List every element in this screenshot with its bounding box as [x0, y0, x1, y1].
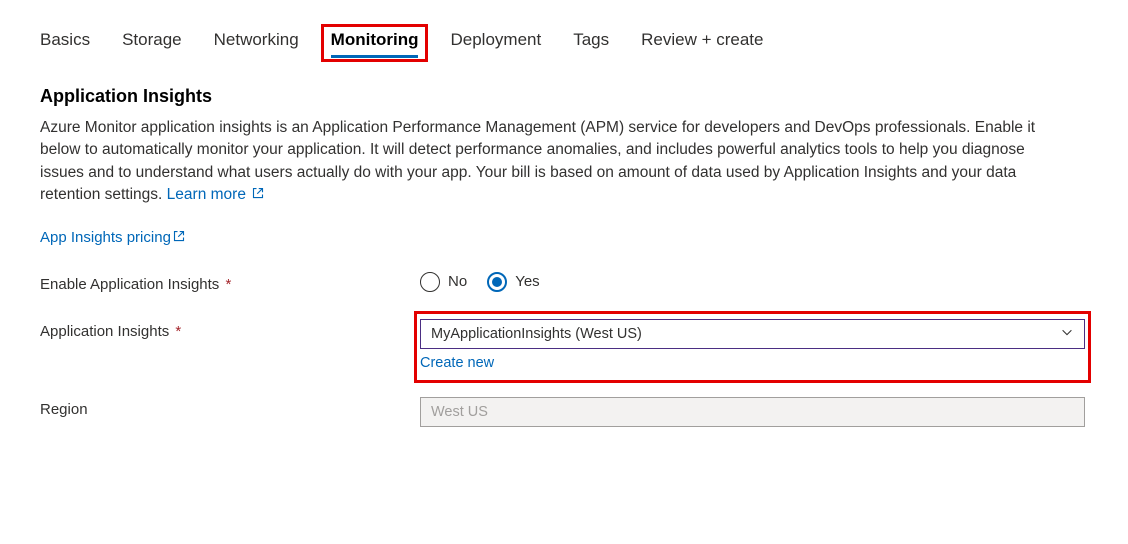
required-asterisk: *: [175, 323, 181, 340]
app-insights-pricing-link[interactable]: App Insights pricing: [40, 229, 185, 246]
form-row-app-insights: Application Insights * MyApplicationInsi…: [40, 319, 1088, 371]
tab-storage[interactable]: Storage: [122, 30, 182, 58]
radio-circle-yes: [487, 272, 507, 292]
region-value: West US: [431, 404, 488, 420]
tabs-bar: Basics Storage Networking Monitoring Dep…: [40, 30, 1088, 58]
radio-option-no[interactable]: No: [420, 272, 467, 292]
app-insights-dropdown-value: MyApplicationInsights (West US): [431, 326, 642, 342]
tab-review-create[interactable]: Review + create: [641, 30, 763, 58]
app-insights-label-text: Application Insights: [40, 323, 169, 340]
enable-label: Enable Application Insights *: [40, 272, 420, 293]
tab-deployment[interactable]: Deployment: [450, 30, 541, 58]
external-link-icon: [252, 184, 264, 206]
required-asterisk: *: [225, 276, 231, 293]
radio-circle-no: [420, 272, 440, 292]
form-row-region: Region West US: [40, 397, 1088, 427]
app-insights-control: MyApplicationInsights (West US) Create n…: [420, 319, 1085, 371]
app-insights-label: Application Insights *: [40, 319, 420, 340]
region-label: Region: [40, 397, 420, 418]
tab-monitoring[interactable]: Monitoring: [331, 30, 419, 58]
radio-label-yes: Yes: [515, 273, 539, 290]
chevron-down-icon: [1060, 325, 1074, 343]
radio-option-yes[interactable]: Yes: [487, 272, 539, 292]
learn-more-label: Learn more: [167, 186, 246, 203]
pricing-link-label: App Insights pricing: [40, 229, 171, 246]
section-description: Azure Monitor application insights is an…: [40, 117, 1060, 207]
region-input: West US: [420, 397, 1085, 427]
tab-networking[interactable]: Networking: [214, 30, 299, 58]
tab-tags[interactable]: Tags: [573, 30, 609, 58]
tab-basics[interactable]: Basics: [40, 30, 90, 58]
radio-group-enable: No Yes: [420, 272, 1085, 292]
external-link-icon: [173, 229, 185, 246]
tab-monitoring-label: Monitoring: [331, 30, 419, 49]
region-control: West US: [420, 397, 1085, 427]
radio-label-no: No: [448, 273, 467, 290]
app-insights-dropdown[interactable]: MyApplicationInsights (West US): [420, 319, 1085, 349]
create-new-link[interactable]: Create new: [420, 355, 494, 371]
section-title: Application Insights: [40, 86, 1088, 107]
form-row-enable: Enable Application Insights * No Yes: [40, 272, 1088, 293]
enable-control: No Yes: [420, 272, 1085, 292]
enable-label-text: Enable Application Insights: [40, 276, 219, 293]
learn-more-link[interactable]: Learn more: [167, 186, 265, 203]
